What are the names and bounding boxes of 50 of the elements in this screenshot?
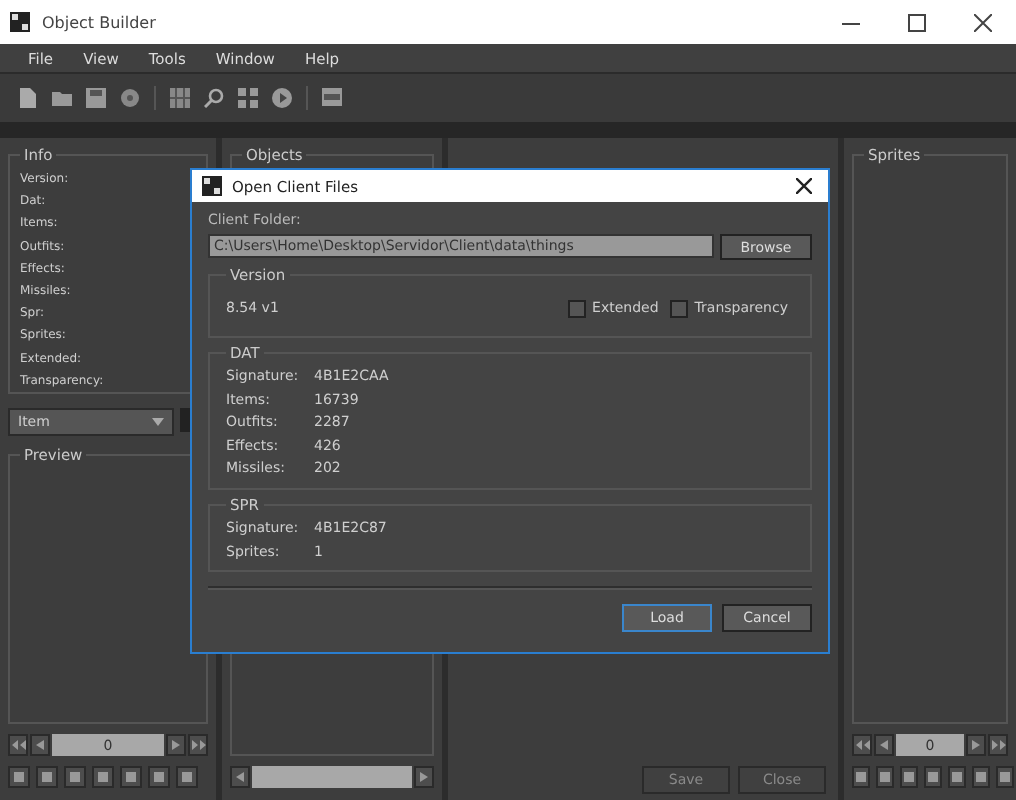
panel-icon[interactable] bbox=[322, 88, 342, 108]
tool-button[interactable] bbox=[148, 766, 170, 788]
last-button[interactable] bbox=[988, 734, 1008, 756]
tool-button[interactable] bbox=[996, 766, 1014, 788]
checkbox[interactable] bbox=[568, 299, 587, 317]
first-icon bbox=[855, 740, 869, 750]
tool-button[interactable] bbox=[972, 766, 990, 788]
first-icon bbox=[11, 740, 25, 750]
close-icon[interactable] bbox=[796, 178, 812, 194]
previous-icon bbox=[36, 740, 44, 750]
app-icon bbox=[202, 176, 222, 196]
maximize-icon[interactable] bbox=[908, 13, 926, 31]
first-button[interactable] bbox=[852, 734, 872, 756]
tool-button[interactable] bbox=[64, 766, 86, 788]
previous-icon bbox=[880, 740, 888, 750]
tool-button[interactable] bbox=[120, 766, 142, 788]
previous-button[interactable] bbox=[874, 734, 894, 756]
caret-icon bbox=[152, 418, 164, 426]
play-icon[interactable] bbox=[272, 88, 292, 108]
right-arrow-icon bbox=[420, 772, 428, 782]
disc-icon[interactable] bbox=[120, 88, 140, 108]
first-button[interactable] bbox=[8, 734, 28, 756]
tool-button[interactable] bbox=[92, 766, 114, 788]
next-button[interactable] bbox=[966, 734, 986, 756]
tool-button[interactable] bbox=[8, 766, 30, 788]
left-arrow-icon bbox=[236, 772, 244, 782]
scrollbar[interactable] bbox=[230, 766, 434, 788]
search-icon[interactable] bbox=[204, 88, 224, 108]
tool-button[interactable] bbox=[924, 766, 942, 788]
next-button[interactable] bbox=[166, 734, 186, 756]
tiles-icon[interactable] bbox=[238, 88, 258, 108]
file-icon[interactable] bbox=[18, 88, 38, 108]
tool-button[interactable] bbox=[852, 766, 870, 788]
last-button[interactable] bbox=[188, 734, 208, 756]
folder-icon[interactable] bbox=[52, 88, 72, 108]
tool-button[interactable] bbox=[36, 766, 58, 788]
last-icon bbox=[191, 740, 205, 750]
tool-button[interactable] bbox=[948, 766, 966, 788]
tool-button[interactable] bbox=[876, 766, 894, 788]
checkbox[interactable] bbox=[670, 299, 689, 317]
window-title: Object Builder bbox=[42, 13, 156, 31]
next-icon bbox=[972, 740, 980, 750]
tool-button[interactable] bbox=[176, 766, 198, 788]
app-icon bbox=[10, 12, 30, 32]
save-icon[interactable] bbox=[86, 88, 106, 108]
last-icon bbox=[991, 740, 1005, 750]
previous-button[interactable] bbox=[30, 734, 50, 756]
tool-button[interactable] bbox=[900, 766, 918, 788]
next-icon bbox=[172, 740, 180, 750]
close-icon[interactable] bbox=[974, 13, 992, 31]
